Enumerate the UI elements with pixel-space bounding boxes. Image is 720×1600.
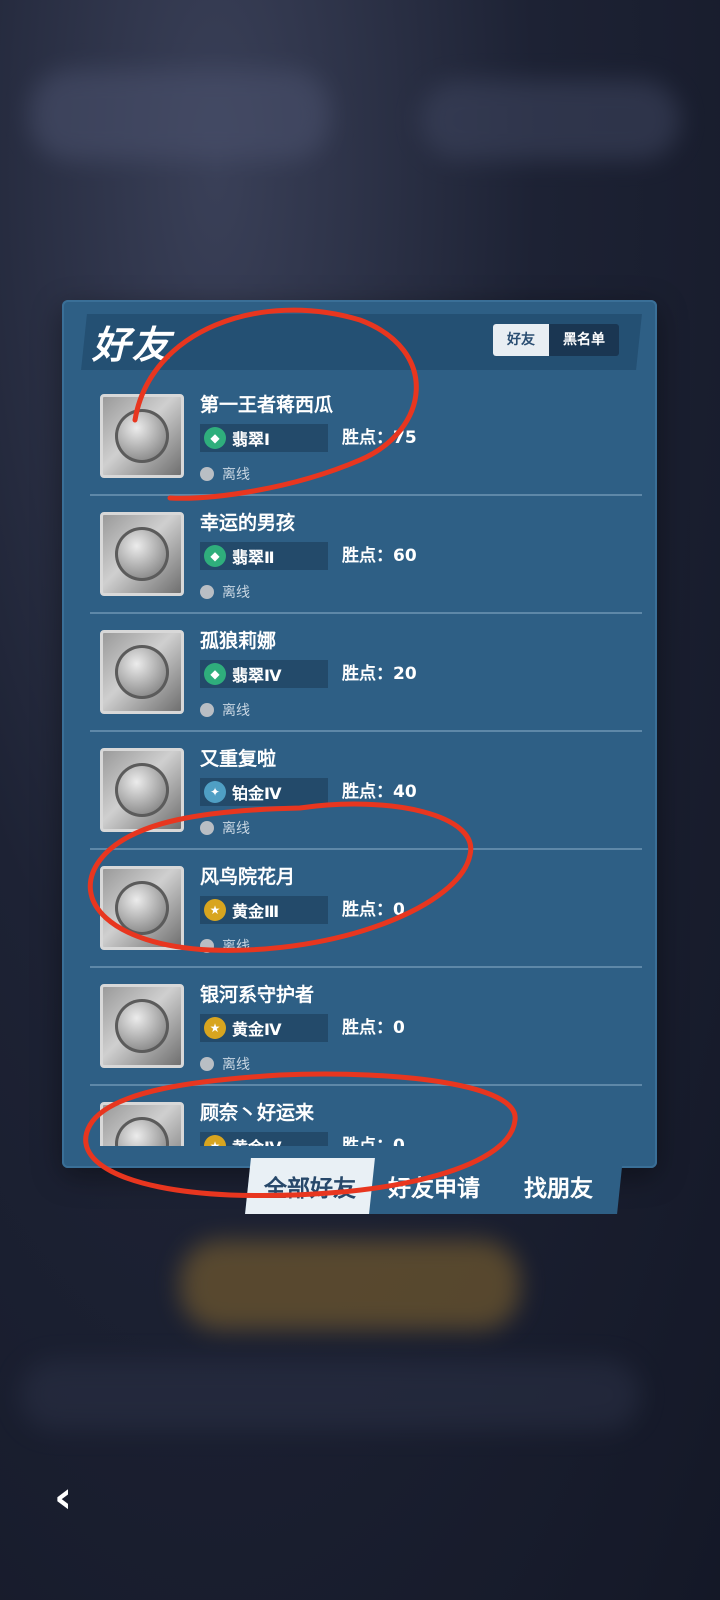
status: 离线 [200, 818, 250, 838]
friends-panel: 好友 好友 黑名单 第一王者蒋西瓜 ◆ 翡翠Ⅰ 胜点：75 离线 幸运的男孩 ◆… [62, 300, 657, 1168]
rank-badge: ◆ 翡翠Ⅳ [200, 660, 328, 688]
friend-row[interactable]: 孤狼莉娜 ◆ 翡翠Ⅳ 胜点：20 离线 [90, 614, 642, 732]
rank-label: 翡翠Ⅱ [232, 548, 275, 567]
tab-label: 全部好友 [264, 1176, 356, 1202]
rank-badge: ★ 黄金Ⅲ [200, 896, 328, 924]
status: 离线 [200, 464, 250, 484]
avatar[interactable] [100, 748, 184, 832]
friend-list[interactable]: 第一王者蒋西瓜 ◆ 翡翠Ⅰ 胜点：75 离线 幸运的男孩 ◆ 翡翠Ⅱ 胜点：60… [90, 378, 642, 1146]
tab-label: 找朋友 [523, 1176, 593, 1202]
status-label: 离线 [222, 1057, 250, 1073]
friend-name: 孤狼莉娜 [200, 630, 277, 652]
friend-row[interactable]: 又重复啦 ✦ 铂金Ⅳ 胜点：40 离线 [90, 732, 642, 850]
friend-row[interactable]: 幸运的男孩 ◆ 翡翠Ⅱ 胜点：60 离线 [90, 496, 642, 614]
offline-dot-icon [200, 467, 214, 481]
tab-find-friends[interactable]: 找朋友 [493, 1158, 623, 1214]
gold-rank-icon: ★ [204, 1017, 226, 1039]
avatar[interactable] [100, 866, 184, 950]
toggle-blacklist[interactable]: 黑名单 [549, 324, 619, 356]
offline-dot-icon [200, 939, 214, 953]
points-label: 胜点：0 [342, 1018, 405, 1038]
offline-dot-icon [200, 1057, 214, 1071]
background-blur [30, 70, 330, 160]
tab-label: 好友申请 [388, 1176, 480, 1202]
panel-title: 好友 [92, 323, 173, 367]
platinum-rank-icon: ✦ [204, 781, 226, 803]
status-label: 离线 [222, 467, 250, 483]
rank-label: 翡翠Ⅳ [232, 666, 282, 685]
points-label: 胜点：40 [342, 782, 417, 802]
rank-badge: ✦ 铂金Ⅳ [200, 778, 328, 806]
status: 离线 [200, 582, 250, 602]
friend-row[interactable]: 银河系守护者 ★ 黄金Ⅳ 胜点：0 离线 [90, 968, 642, 1086]
friend-row[interactable]: 风鸟院花月 ★ 黄金Ⅲ 胜点：0 离线 [90, 850, 642, 968]
gold-rank-icon: ★ [204, 1135, 226, 1146]
avatar[interactable] [100, 984, 184, 1068]
tab-friend-requests[interactable]: 好友申请 [369, 1158, 499, 1214]
background-blur [180, 1240, 520, 1330]
points-label: 胜点：20 [342, 664, 417, 684]
status-label: 离线 [222, 821, 250, 837]
friend-name: 第一王者蒋西瓜 [200, 394, 334, 416]
rank-label: 黄金Ⅲ [232, 902, 280, 921]
rank-label: 翡翠Ⅰ [232, 430, 270, 449]
status: 离线 [200, 936, 250, 956]
avatar-image [115, 409, 169, 463]
avatar[interactable] [100, 1102, 184, 1146]
status: 离线 [200, 700, 250, 720]
emerald-rank-icon: ◆ [204, 663, 226, 685]
offline-dot-icon [200, 585, 214, 599]
friend-row[interactable]: 顾奈丶好运来 ★ 黄金Ⅳ 胜点：0 离线 [90, 1086, 642, 1146]
rank-badge: ★ 黄金Ⅳ [200, 1014, 328, 1042]
offline-dot-icon [200, 821, 214, 835]
rank-badge: ◆ 翡翠Ⅱ [200, 542, 328, 570]
points-label: 胜点：0 [342, 900, 405, 920]
status-label: 离线 [222, 703, 250, 719]
avatar[interactable] [100, 512, 184, 596]
status-label: 离线 [222, 585, 250, 601]
status: 离线 [200, 1054, 250, 1074]
status-label: 离线 [222, 939, 250, 955]
offline-dot-icon [200, 703, 214, 717]
tab-all-friends[interactable]: 全部好友 [245, 1158, 375, 1214]
rank-badge: ★ 黄金Ⅳ [200, 1132, 328, 1146]
avatar[interactable] [100, 394, 184, 478]
friend-name: 幸运的男孩 [200, 512, 296, 534]
avatar-image [115, 527, 169, 581]
rank-label: 黄金Ⅳ [232, 1020, 282, 1039]
points-label: 胜点：75 [342, 428, 417, 448]
emerald-rank-icon: ◆ [204, 545, 226, 567]
rank-badge: ◆ 翡翠Ⅰ [200, 424, 328, 452]
avatar-image [115, 763, 169, 817]
bottom-tabs: 全部好友 好友申请 找朋友 [245, 1158, 623, 1214]
rank-label: 铂金Ⅳ [232, 784, 282, 803]
avatar[interactable] [100, 630, 184, 714]
toggle-friends[interactable]: 好友 [493, 324, 549, 356]
background-blur [420, 80, 680, 160]
back-arrow-icon[interactable]: ‹ [54, 1476, 94, 1520]
background-blur [20, 1360, 640, 1430]
emerald-rank-icon: ◆ [204, 427, 226, 449]
avatar-image [115, 645, 169, 699]
friend-name: 银河系守护者 [200, 984, 315, 1006]
avatar-image [115, 1117, 169, 1146]
friend-name: 风鸟院花月 [200, 866, 296, 888]
list-toggle: 好友 黑名单 [493, 324, 619, 356]
friend-row[interactable]: 第一王者蒋西瓜 ◆ 翡翠Ⅰ 胜点：75 离线 [90, 378, 642, 496]
points-label: 胜点：60 [342, 546, 417, 566]
rank-label: 黄金Ⅳ [232, 1134, 282, 1146]
avatar-image [115, 999, 169, 1053]
friend-name: 又重复啦 [200, 748, 277, 770]
points-label: 胜点：0 [342, 1136, 405, 1146]
gold-rank-icon: ★ [204, 899, 226, 921]
avatar-image [115, 881, 169, 935]
friend-name: 顾奈丶好运来 [200, 1102, 315, 1124]
